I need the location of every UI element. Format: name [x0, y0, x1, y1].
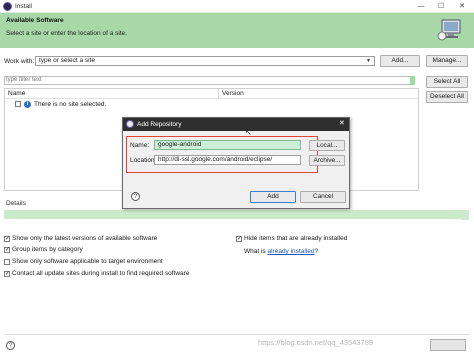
minimize-icon[interactable]: — [414, 1, 428, 12]
details-scrollbar[interactable] [461, 210, 469, 220]
dialog-title: Add Repository [137, 121, 182, 128]
what-is-installed-text: What is already installed? [244, 248, 318, 255]
location-field[interactable]: http://dl-ssl.google.com/android/eclipse… [154, 155, 301, 165]
footer-divider [4, 334, 470, 335]
already-installed-link[interactable]: already installed [267, 248, 314, 255]
dialog-add-button[interactable]: Add [250, 191, 296, 203]
help-icon[interactable]: ? [131, 192, 140, 201]
show-latest-checkbox[interactable] [4, 235, 10, 242]
table-row-checkbox[interactable] [15, 101, 21, 107]
dialog-titlebar: Add Repository ✕ [123, 118, 349, 131]
add-repository-dialog: Add Repository ✕ Name: google-android Lo… [122, 117, 350, 209]
header-banner: Available Software Select a site or ente… [0, 13, 474, 48]
info-icon: i [24, 101, 31, 108]
location-label: Location: [130, 157, 157, 164]
filter-clear-area [410, 76, 415, 85]
filter-input[interactable]: type filter text [4, 76, 414, 85]
contact-sites-checkbox[interactable] [4, 270, 10, 277]
deselect-all-button[interactable]: Deselect All [426, 91, 468, 103]
watermark: https://blog.csdn.net/qq_43543789 [258, 338, 374, 347]
column-header-version[interactable]: Version [222, 90, 244, 97]
dialog-cancel-button[interactable]: Cancel [300, 191, 346, 203]
show-applicable-checkbox[interactable] [4, 259, 10, 265]
what-is-prefix: What is [244, 248, 266, 255]
column-header-name[interactable]: Name [8, 90, 25, 97]
manage-button[interactable]: Manage... [426, 55, 468, 67]
details-pane [4, 210, 466, 219]
close-icon[interactable]: ✕ [455, 1, 469, 12]
name-field[interactable]: google-android [154, 140, 301, 150]
eclipse-icon [3, 2, 12, 11]
footer-button[interactable] [430, 339, 466, 351]
help-icon-footer[interactable]: ? [6, 341, 15, 350]
header-divider [5, 98, 418, 99]
chevron-down-icon[interactable]: ▼ [366, 57, 371, 65]
group-by-category-checkbox[interactable] [4, 246, 10, 253]
page-subtitle: Select a site or enter the location of a… [6, 30, 128, 37]
what-is-suffix: ? [314, 248, 319, 255]
group-by-category-label: Group items by category [12, 246, 83, 253]
work-with-combo[interactable]: type or select a site ▼ [35, 56, 375, 66]
eclipse-icon [126, 120, 134, 128]
dialog-close-icon[interactable]: ✕ [339, 119, 345, 127]
details-label: Details [6, 200, 26, 207]
page-title: Available Software [6, 17, 64, 24]
mouse-cursor-icon: ↖ [245, 128, 252, 137]
contact-sites-label: Contact all update sites during install … [12, 270, 190, 277]
hide-installed-label: Hide items that are already installed [244, 235, 348, 242]
archive-button[interactable]: Archive... [309, 155, 345, 166]
name-label: Name: [130, 142, 150, 149]
show-applicable-label: Show only software applicable to target … [12, 258, 163, 265]
select-all-button[interactable]: Select All [426, 76, 468, 88]
empty-message: There is no site selected. [34, 101, 107, 108]
install-computer-icon [437, 19, 461, 41]
window-title: Install [15, 3, 32, 10]
add-site-button[interactable]: Add... [380, 55, 420, 67]
hide-installed-checkbox[interactable] [236, 235, 242, 242]
column-divider[interactable] [218, 89, 219, 98]
work-with-label: Work with: [4, 58, 35, 65]
maximize-icon[interactable]: ☐ [434, 1, 448, 12]
window-titlebar: Install — ☐ ✕ [0, 0, 474, 13]
local-button[interactable]: Local... [309, 140, 345, 151]
work-with-placeholder: type or select a site [39, 57, 95, 64]
show-latest-label: Show only the latest versions of availab… [12, 235, 158, 242]
